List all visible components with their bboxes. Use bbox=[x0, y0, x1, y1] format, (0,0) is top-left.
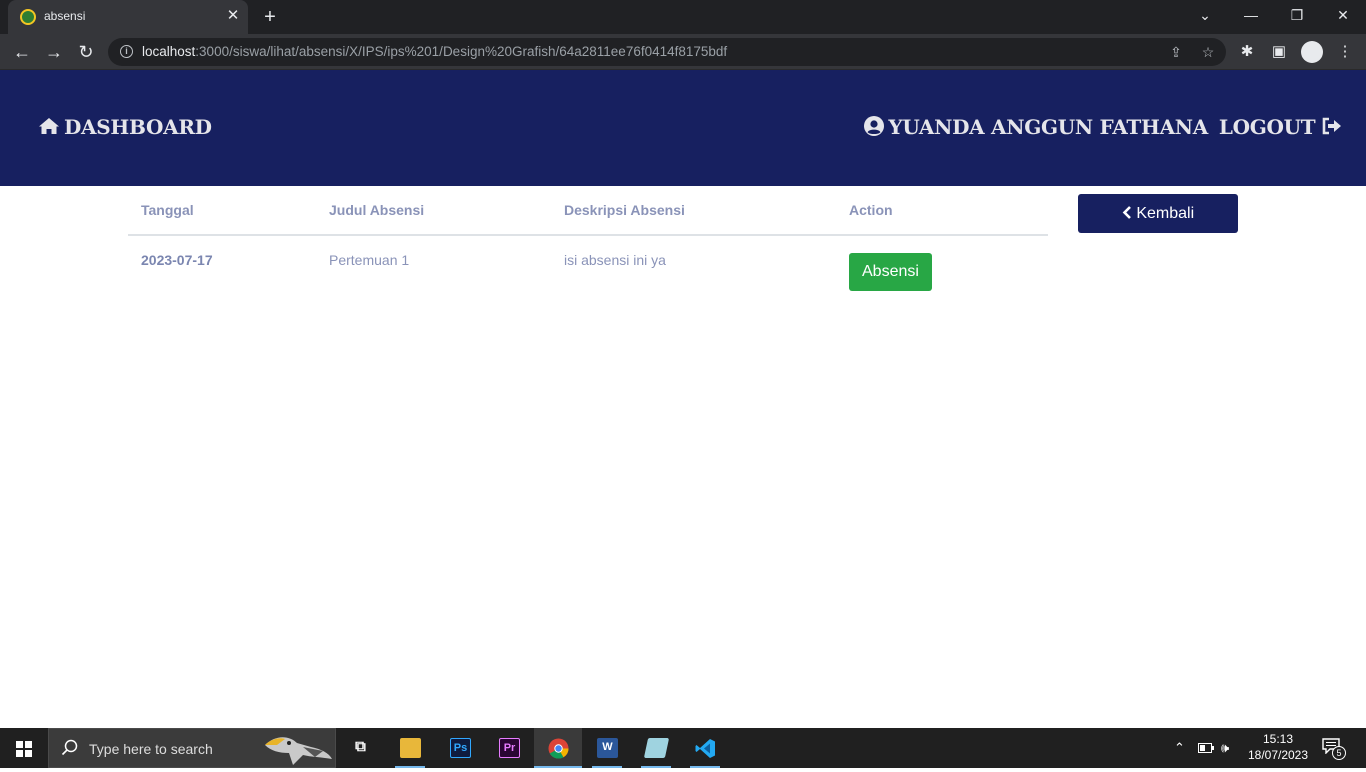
absensi-button[interactable]: Absensi bbox=[849, 253, 932, 291]
volume-icon[interactable]: 🕪 bbox=[1221, 728, 1229, 768]
clock-time: 15:13 bbox=[1262, 732, 1294, 746]
search-icon bbox=[61, 739, 81, 759]
taskbar-chrome[interactable] bbox=[534, 728, 582, 768]
folder-icon bbox=[400, 738, 421, 758]
reload-icon[interactable]: ↻ bbox=[72, 38, 100, 66]
start-button[interactable] bbox=[0, 728, 48, 768]
bookmark-star-icon[interactable]: ☆ bbox=[1198, 42, 1218, 62]
battery-icon[interactable] bbox=[1198, 728, 1214, 768]
column-header-tanggal: Tanggal bbox=[128, 186, 316, 236]
user-circle-icon bbox=[864, 115, 885, 139]
chrome-icon bbox=[548, 738, 569, 759]
new-tab-button[interactable]: + bbox=[258, 5, 282, 29]
kembali-button[interactable]: Kembali bbox=[1078, 194, 1238, 233]
restore-button[interactable]: ❐ bbox=[1274, 0, 1320, 34]
table-row: 2023-07-17 Pertemuan 1 isi absensi ini y… bbox=[128, 235, 1048, 303]
notification-count-badge: 5 bbox=[1332, 746, 1346, 760]
site-info-icon[interactable]: i bbox=[120, 45, 133, 58]
address-bar[interactable]: i localhost:3000/siswa/lihat/absensi/X/I… bbox=[108, 38, 1226, 66]
taskbar-vscode[interactable] bbox=[681, 728, 729, 768]
search-highlight-hornbill-icon bbox=[263, 731, 333, 767]
tab-search-icon[interactable]: ⌄ bbox=[1182, 0, 1228, 34]
close-window-button[interactable]: ✕ bbox=[1320, 0, 1366, 34]
column-header-judul: Judul Absensi bbox=[316, 186, 551, 236]
forward-arrow-icon[interactable]: → bbox=[40, 38, 68, 66]
photoshop-icon: Ps bbox=[450, 738, 471, 758]
url-text[interactable]: localhost:3000/siswa/lihat/absensi/X/IPS… bbox=[142, 44, 727, 59]
browser-tab[interactable]: absensi ✕ bbox=[8, 0, 248, 34]
cell-deskripsi: isi absensi ini ya bbox=[564, 252, 666, 268]
home-icon bbox=[38, 115, 60, 139]
taskbar-word[interactable]: W bbox=[583, 728, 631, 768]
taskbar-clock[interactable]: 15:13 18/07/2023 bbox=[1240, 731, 1316, 763]
table-header-row: Tanggal Judul Absensi Deskripsi Absensi … bbox=[128, 186, 1048, 236]
logout-button[interactable]: LOGOUT bbox=[1219, 115, 1342, 139]
site-favicon-icon bbox=[20, 9, 36, 25]
task-view-icon: ⧉ bbox=[355, 738, 366, 755]
taskbar-premiere[interactable]: Pr bbox=[485, 728, 533, 768]
dashboard-label: DASHBOARD bbox=[64, 115, 212, 139]
kembali-label: Kembali bbox=[1136, 205, 1195, 222]
tab-close-icon[interactable]: ✕ bbox=[224, 7, 242, 25]
profile-avatar[interactable] bbox=[1301, 41, 1323, 63]
url-host: localhost bbox=[142, 44, 196, 59]
tab-title: absensi bbox=[44, 9, 86, 23]
dashboard-link[interactable]: DASHBOARD bbox=[38, 115, 212, 139]
user-profile-link[interactable]: YUANDA ANGGUN FATHANA bbox=[864, 115, 1208, 139]
cell-tanggal: 2023-07-17 bbox=[141, 252, 213, 268]
browser-menu-icon[interactable]: ⋮ bbox=[1333, 40, 1357, 64]
column-header-action: Action bbox=[836, 186, 1048, 236]
minimize-button[interactable]: — bbox=[1228, 0, 1274, 34]
share-icon[interactable]: ⇪ bbox=[1166, 42, 1186, 62]
taskbar-file-explorer[interactable] bbox=[386, 728, 434, 768]
browser-tabstrip: absensi ✕ + ⌄ — ❐ ✕ bbox=[0, 0, 1366, 34]
chevron-left-icon bbox=[1122, 205, 1136, 222]
logout-label: LOGOUT bbox=[1218, 115, 1316, 139]
word-icon: W bbox=[597, 738, 618, 758]
app-header: DASHBOARD YUANDA ANGGUN FATHANA LOGOUT bbox=[0, 70, 1366, 186]
premiere-icon: Pr bbox=[499, 738, 520, 758]
cell-action: Absensi bbox=[836, 235, 1048, 303]
browser-toolbar: ← → ↻ i localhost:3000/siswa/lihat/absen… bbox=[0, 34, 1366, 70]
cell-judul: Pertemuan 1 bbox=[329, 252, 410, 268]
search-placeholder: Type here to search bbox=[89, 741, 213, 757]
user-name-label: YUANDA ANGGUN FATHANA bbox=[888, 115, 1208, 139]
notification-center-button[interactable]: 5 bbox=[1322, 738, 1346, 760]
extensions-puzzle-icon[interactable]: ✱ bbox=[1235, 40, 1259, 64]
column-header-deskripsi: Deskripsi Absensi bbox=[551, 186, 836, 236]
taskbar-app-notes[interactable] bbox=[632, 728, 680, 768]
windows-logo-icon bbox=[16, 741, 32, 757]
windows-taskbar: Type here to search ⧉ Ps Pr W ⌃ 🕪 15:13 … bbox=[0, 728, 1366, 768]
sign-out-icon bbox=[1322, 115, 1342, 139]
url-path: :3000/siswa/lihat/absensi/X/IPS/ips%201/… bbox=[195, 44, 728, 59]
task-view-button[interactable]: ⧉ bbox=[336, 728, 384, 768]
tray-overflow-chevron-icon[interactable]: ⌃ bbox=[1174, 728, 1185, 768]
notes-app-icon bbox=[643, 738, 670, 758]
back-arrow-icon[interactable]: ← bbox=[8, 38, 36, 66]
attendance-table: Tanggal Judul Absensi Deskripsi Absensi … bbox=[128, 186, 1048, 303]
taskbar-search-box[interactable]: Type here to search bbox=[48, 728, 336, 768]
side-panel-icon[interactable]: ▣ bbox=[1267, 40, 1291, 64]
clock-date: 18/07/2023 bbox=[1247, 748, 1309, 762]
vscode-icon bbox=[695, 738, 716, 758]
taskbar-photoshop[interactable]: Ps bbox=[436, 728, 484, 768]
